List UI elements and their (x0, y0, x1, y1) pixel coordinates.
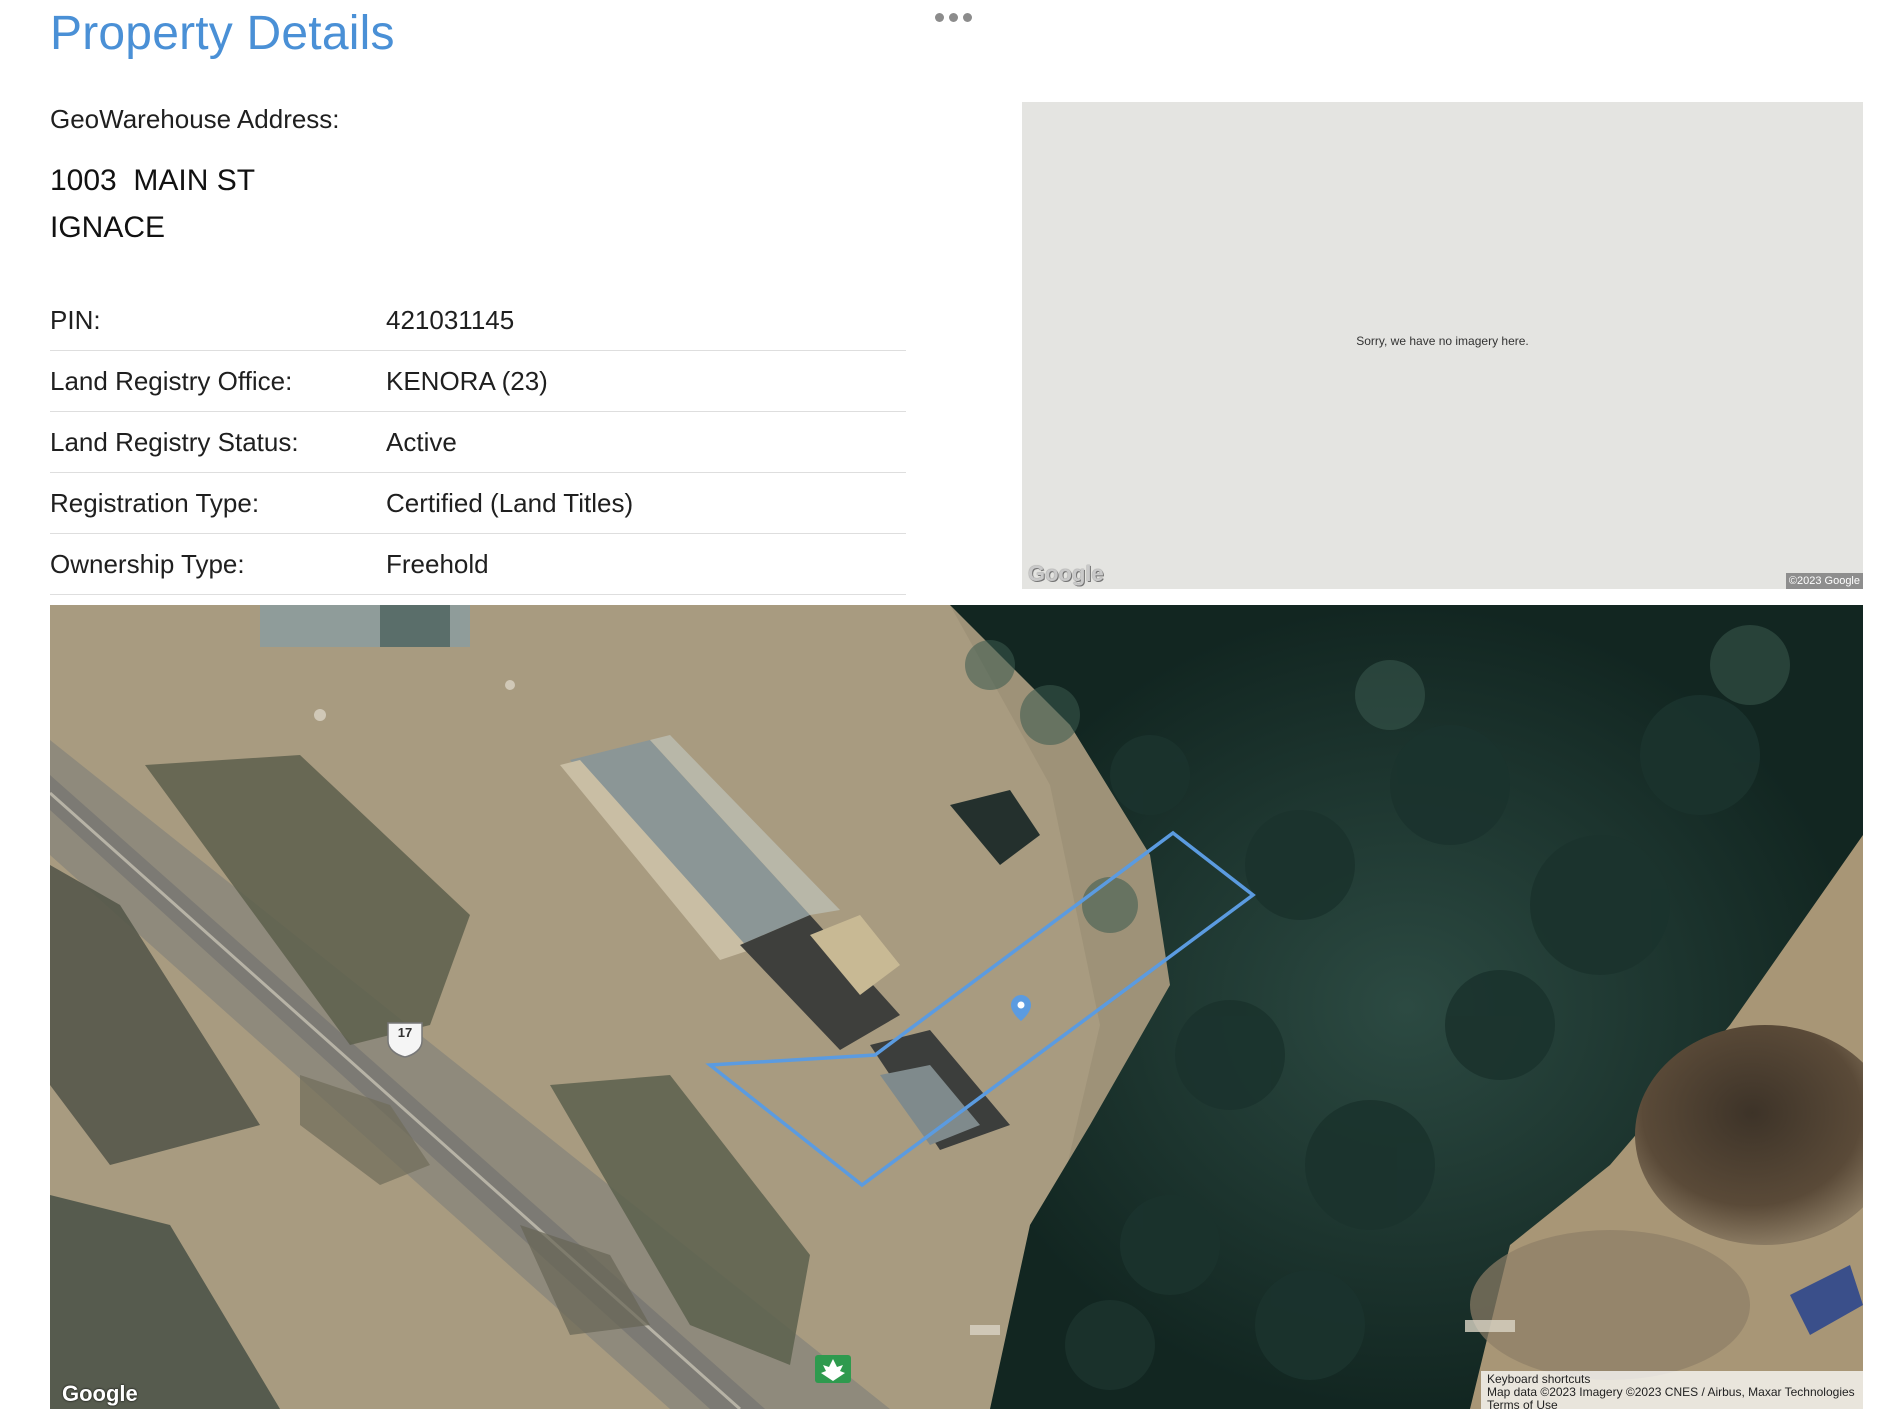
street-view-panel[interactable]: Sorry, we have no imagery here. Google ©… (1022, 102, 1863, 589)
google-logo: Google (1028, 561, 1104, 586)
more-options-button[interactable] (935, 13, 972, 22)
address-label: GeoWarehouse Address: (50, 104, 340, 134)
detail-row-land-registry-status: Land Registry Status: Active (50, 412, 906, 473)
no-imagery-message: Sorry, we have no imagery here. (1356, 334, 1529, 348)
detail-row-pin: PIN: 421031145 (50, 290, 906, 351)
more-dot-icon (935, 13, 944, 22)
detail-value: Certified (Land Titles) (386, 487, 634, 518)
detail-value: Active (386, 426, 457, 457)
detail-value: KENORA (23) (386, 365, 548, 396)
detail-label: PIN: (50, 304, 101, 335)
address-line-2: IGNACE (50, 211, 166, 244)
detail-label: Registration Type: (50, 487, 260, 518)
copyright-text: ©2023 Google (1785, 573, 1863, 589)
page-title: Property Details (50, 7, 395, 60)
highway-shield-label: 17 (397, 1025, 413, 1040)
terms-of-use-link[interactable]: Terms of Use (1487, 1399, 1857, 1410)
detail-value: Freehold (386, 548, 489, 579)
detail-label: Land Registry Status: (50, 426, 299, 457)
property-details-table: PIN: 421031145 Land Registry Office: KEN… (50, 290, 906, 595)
google-logo: Google (62, 1381, 138, 1406)
detail-label: Land Registry Office: (50, 365, 293, 396)
detail-label: Ownership Type: (50, 548, 245, 579)
detail-row-ownership-type: Ownership Type: Freehold (50, 534, 906, 595)
more-dot-icon (963, 13, 972, 22)
map-attribution: Keyboard shortcuts Map data ©2023 Imager… (1481, 1371, 1863, 1409)
satellite-imagery (50, 605, 1863, 1409)
detail-row-registration-type: Registration Type: Certified (Land Title… (50, 473, 906, 534)
more-dot-icon (949, 13, 958, 22)
satellite-map[interactable]: 17 Google Keyboard shortcuts Map data ©2… (50, 605, 1863, 1409)
address-line-1: 1003 MAIN ST (50, 164, 256, 197)
detail-row-land-registry-office: Land Registry Office: KENORA (23) (50, 351, 906, 412)
detail-value: 421031145 (386, 304, 515, 335)
